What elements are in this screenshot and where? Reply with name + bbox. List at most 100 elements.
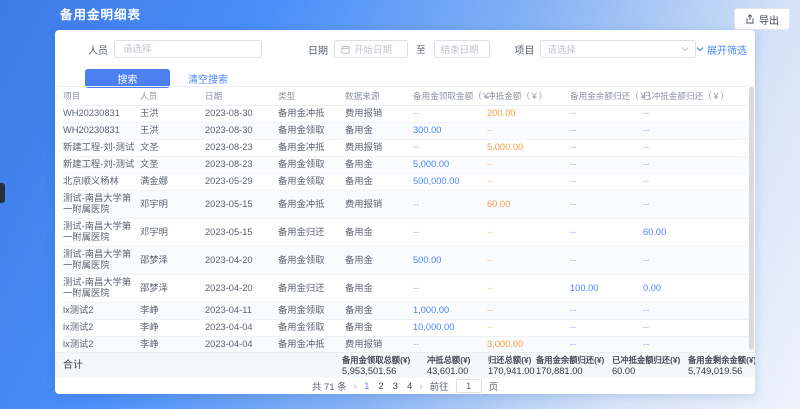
cell-received: -- [413,336,487,352]
top-header-bar: 备用金明细表 导出 [0,0,800,30]
cell-date: 2023-04-20 [205,274,278,302]
table-scrollbar[interactable] [749,87,754,350]
cell-balance_return: -- [570,218,643,246]
export-button[interactable]: 导出 [734,8,790,30]
cell-source: 备用金 [345,156,413,173]
cell-offset: -- [487,319,570,336]
page-number-1[interactable]: 1 [364,381,369,392]
table-row[interactable]: 测试-南昌大学第一附属医院邵梦泽2023-04-20备用金领取备用金500.00… [63,246,751,274]
cell-date: 2023-04-04 [205,319,278,336]
cell-offset: -- [487,274,570,302]
table-row[interactable]: lx测试2李峥2023-04-04备用金冲抵费用报销--3,000.00---- [63,336,751,352]
end-date-input[interactable]: 结束日期 [434,40,491,58]
cell-received: 500.00 [413,246,487,274]
goto-page-input[interactable] [456,379,482,393]
goto-page-suffix: 页 [489,379,499,393]
cell-date: 2023-05-15 [205,218,278,246]
cell-offset: -- [487,218,570,246]
prev-page-button[interactable]: ‹ [354,381,357,392]
cell-type: 备用金冲抵 [278,190,345,218]
cell-source: 费用报销 [345,336,413,352]
cell-balance_return: -- [570,319,643,336]
cell-person: 王洪 [140,105,205,122]
cell-balance_return: -- [570,246,643,274]
table-row[interactable]: lx测试2李峥2023-04-11备用金领取备用金1,000.00------ [63,302,751,319]
cell-received: 300.00 [413,122,487,139]
cell-offset_return: -- [643,105,751,122]
cell-offset: -- [487,246,570,274]
cell-received: -- [413,139,487,156]
goto-page-label: 前往 [430,379,449,393]
cell-balance_return: -- [570,105,643,122]
cell-offset: -- [487,302,570,319]
cell-balance_return: -- [570,122,643,139]
clear-search-link[interactable]: 清空搜索 [188,71,228,86]
cell-balance_return: -- [570,302,643,319]
export-icon [745,14,755,24]
page-number-2[interactable]: 2 [378,381,383,392]
cell-offset_return: 0.00 [643,274,751,302]
column-header-4: 数据来源 [345,87,413,105]
cell-date: 2023-05-29 [205,173,278,190]
collapsed-sidebar-handle[interactable] [0,183,5,203]
project-filter-label: 项目 [514,42,534,57]
cell-received: 10,000.00 [413,319,487,336]
cell-offset: -- [487,173,570,190]
cell-balance_return: -- [570,336,643,352]
cell-person: 邓宇明 [140,218,205,246]
cell-offset: 200.00 [487,105,570,122]
cell-received: 500,000.00 [413,173,487,190]
cell-balance_return: 100.00 [570,274,643,302]
cell-person: 邵梦泽 [140,274,205,302]
cell-received: -- [413,274,487,302]
cell-type: 备用金冲抵 [278,336,345,352]
cell-balance_return: -- [570,156,643,173]
table-row[interactable]: 新建工程-刘-测试文圣2023-08-23备用金冲抵费用报销--5,000.00… [63,139,751,156]
expand-filter-link[interactable]: 展开筛选 [696,42,747,57]
table-row[interactable]: 新建工程-刘-测试文圣2023-08-23备用金领取备用金5,000.00---… [63,156,751,173]
table-row[interactable]: 测试-南昌大学第一附属医院邵梦泽2023-04-20备用金归还备用金----10… [63,274,751,302]
cell-project: 测试-南昌大学第一附属医院 [63,274,140,302]
project-select[interactable]: 请选择 [540,40,696,58]
cell-type: 备用金冲抵 [278,105,345,122]
page-number-3[interactable]: 3 [393,381,398,392]
summary-item-5: 备用金剩余金额(¥)5,749,019.56 [688,355,755,377]
date-range-separator: 至 [416,42,426,56]
cell-type: 备用金归还 [278,218,345,246]
cell-person: 邓宇明 [140,190,205,218]
cell-project: WH20230831 [63,105,140,122]
person-select-input[interactable] [114,40,262,58]
summary-row: 合计 备用金领取总额(¥)5,953,501.56冲抵总额(¥)43,601.0… [55,352,755,378]
cell-balance_return: -- [570,139,643,156]
cell-source: 备用金 [345,302,413,319]
expand-chevron-down-icon [696,46,704,52]
table-row[interactable]: lx测试2李峥2023-04-04备用金领取备用金10,000.00------ [63,319,751,336]
table-row[interactable]: 测试-南昌大学第一附属医院邓宇明2023-05-15备用金归还备用金------… [63,218,751,246]
cell-person: 文圣 [140,139,205,156]
cell-received: -- [413,190,487,218]
table-row[interactable]: WH20230831王洪2023-08-30备用金领取备用金300.00----… [63,122,751,139]
cell-person: 李峥 [140,302,205,319]
main-card: 人员 日期 开始日期 至 结束日期 项目 请选择 展开筛选 [55,30,755,394]
page-number-4[interactable]: 4 [407,381,412,392]
cell-offset_return: -- [643,173,751,190]
start-date-input[interactable]: 开始日期 [334,40,408,58]
cell-project: lx测试2 [63,302,140,319]
cell-type: 备用金领取 [278,173,345,190]
cell-date: 2023-05-15 [205,190,278,218]
cell-offset_return: -- [643,139,751,156]
cell-received: 1,000.00 [413,302,487,319]
cell-date: 2023-08-30 [205,122,278,139]
calendar-icon [341,45,350,54]
table-row[interactable]: WH20230831王洪2023-08-30备用金冲抵费用报销--200.00-… [63,105,751,122]
cell-offset_return: -- [643,122,751,139]
table-row[interactable]: 测试-南昌大学第一附属医院邓宇明2023-05-15备用金冲抵费用报销--60.… [63,190,751,218]
cell-date: 2023-04-04 [205,336,278,352]
cell-project: 测试-南昌大学第一附属医院 [63,218,140,246]
next-page-button[interactable]: › [419,381,422,392]
cell-received: -- [413,105,487,122]
cell-source: 备用金 [345,122,413,139]
summary-item-2: 归还总额(¥)170,941.00 [488,355,535,377]
cell-source: 费用报销 [345,190,413,218]
table-row[interactable]: 北京顺义杨林满金娜2023-05-29备用金领取备用金500,000.00---… [63,173,751,190]
